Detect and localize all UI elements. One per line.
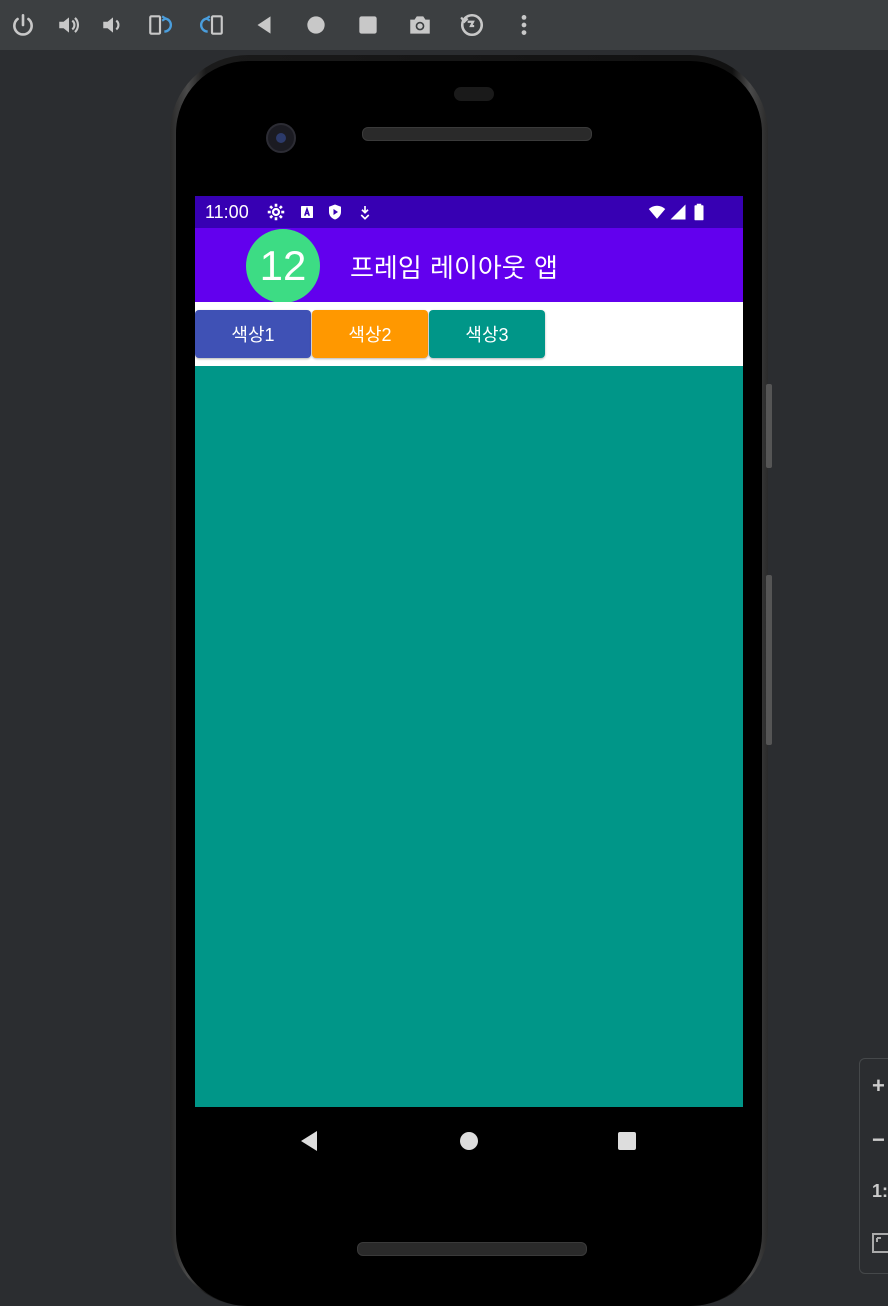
status-bar: 11:00 [195, 196, 743, 228]
accessibility-icon [301, 206, 313, 218]
rotate-right-icon[interactable] [195, 8, 229, 42]
settings-icon [267, 203, 285, 221]
navigation-bar [195, 1107, 743, 1171]
zoom-in-button[interactable]: + [872, 1073, 885, 1099]
frame-layout-area [195, 366, 743, 1107]
bottom-speaker [357, 1242, 587, 1256]
top-speaker [362, 127, 592, 141]
emulator-window: 11:00 12 프레임 레이아웃 앱 색상1 색상2 색상3 + − 1: [0, 0, 888, 1306]
download-icon [360, 206, 370, 220]
zoom-out-button[interactable]: − [872, 1127, 885, 1153]
app-title: 프레임 레이아웃 앱 [350, 254, 558, 284]
app-logo: 12 [246, 229, 320, 303]
earpiece [454, 87, 494, 101]
nav-recents-icon[interactable] [613, 1127, 641, 1155]
color1-button[interactable]: 색상1 [195, 310, 311, 358]
signal-icon [670, 204, 686, 220]
snapshot-icon[interactable] [455, 8, 489, 42]
power-side-button[interactable] [766, 384, 772, 468]
shield-icon [329, 204, 341, 220]
volume-side-button[interactable] [766, 575, 772, 745]
emulator-toolbar [0, 0, 888, 50]
wifi-icon [648, 205, 666, 219]
nav-home-icon[interactable] [455, 1127, 483, 1155]
fit-screen-icon[interactable] [872, 1233, 888, 1253]
overview-icon[interactable] [351, 8, 385, 42]
volume-down-icon[interactable] [96, 8, 130, 42]
status-time: 11:00 [205, 202, 249, 222]
device-screen: 11:00 12 프레임 레이아웃 앱 색상1 색상2 색상3 [195, 196, 743, 1107]
volume-up-icon[interactable] [52, 8, 86, 42]
more-icon[interactable] [507, 8, 541, 42]
color2-button[interactable]: 색상2 [312, 310, 428, 358]
rotate-left-icon[interactable] [143, 8, 177, 42]
back-icon[interactable] [247, 8, 281, 42]
battery-icon [694, 203, 704, 221]
screenshot-icon[interactable] [403, 8, 437, 42]
nav-back-icon[interactable] [295, 1127, 323, 1155]
front-camera [266, 123, 296, 153]
color3-button[interactable]: 색상3 [429, 310, 545, 358]
home-icon[interactable] [299, 8, 333, 42]
zoom-panel: + − 1: [859, 1058, 888, 1274]
button-row: 색상1 색상2 색상3 [195, 302, 743, 366]
app-bar: 12 프레임 레이아웃 앱 [195, 228, 743, 303]
actual-size-button[interactable]: 1: [872, 1181, 888, 1202]
power-icon[interactable] [6, 8, 40, 42]
